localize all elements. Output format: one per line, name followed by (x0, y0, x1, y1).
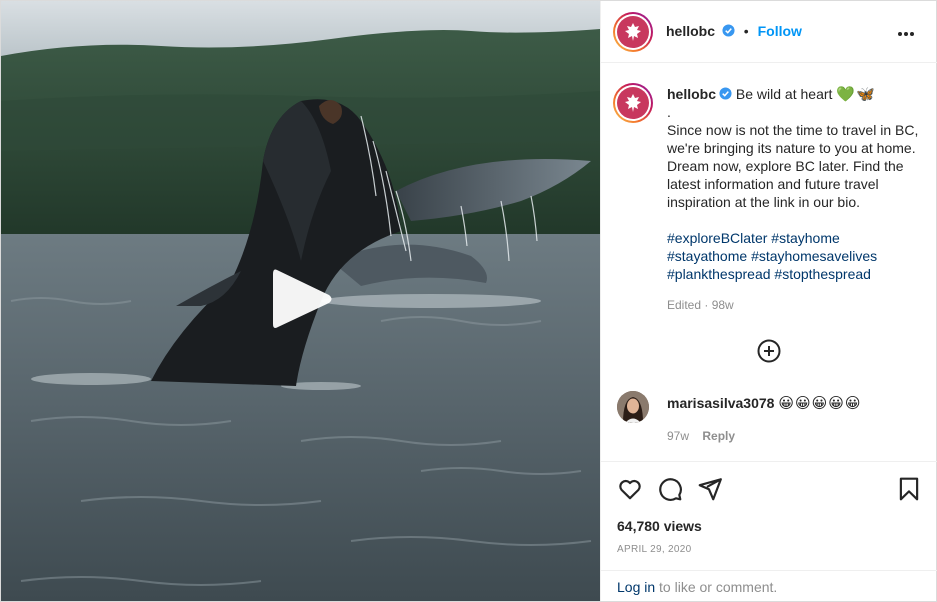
hellobc-logo-icon (625, 23, 641, 41)
follow-button[interactable]: Follow (758, 23, 802, 39)
verified-badge-icon (722, 24, 735, 37)
commenter-username[interactable]: marisasilva3078 (667, 395, 774, 411)
post-date: APRIL 29, 2020 (617, 544, 692, 555)
separator-dot: • (743, 23, 749, 39)
share-icon[interactable] (697, 476, 723, 502)
comment-text: 😀😀😀😀😀 (778, 394, 862, 412)
comment-icon[interactable] (657, 476, 683, 502)
login-link[interactable]: Log in (617, 579, 655, 595)
heart-icon[interactable] (617, 476, 643, 502)
bookmark-icon[interactable] (896, 476, 922, 502)
add-circle-icon[interactable] (757, 339, 781, 363)
caption-body: Since now is not the time to travel in B… (667, 122, 919, 210)
comment-age: 97w (667, 429, 690, 443)
login-prompt: Log in to like or comment. (601, 570, 937, 602)
hashtag-link[interactable]: #stopthespread (774, 266, 871, 282)
hashtag-link[interactable]: #stayhome (771, 230, 839, 246)
hashtag-link[interactable]: #stayhomesavelives (751, 248, 877, 264)
caption-emojis: 💚🦋 (836, 85, 876, 103)
post-side-panel: hellobc • Follow hellobc Be wild at hear… (600, 1, 937, 601)
profile-avatar[interactable] (613, 12, 653, 52)
caption-dot: . (667, 104, 671, 120)
post-header: hellobc • Follow (601, 1, 937, 63)
hashtag-link[interactable]: #stayathome (667, 248, 747, 264)
reply-button[interactable]: Reply (702, 429, 735, 443)
post-dialog: hellobc • Follow hellobc Be wild at hear… (0, 0, 937, 602)
hashtag-link[interactable]: #exploreBClater (667, 230, 767, 246)
hellobc-logo-icon (625, 94, 641, 112)
login-prompt-text: to like or comment. (655, 579, 778, 595)
view-count: 64,780 views (617, 518, 702, 534)
post-actions: 64,780 views APRIL 29, 2020 Log in to li… (601, 461, 937, 601)
caption-username[interactable]: hellobc (667, 86, 716, 102)
edited-timestamp: Edited · 98w (667, 298, 734, 312)
more-options-icon[interactable] (898, 23, 922, 41)
post-caption: hellobc Be wild at heart 💚🦋 . Since now … (667, 85, 929, 314)
caption-avatar[interactable] (613, 83, 653, 123)
play-icon[interactable] (271, 266, 335, 332)
caption-headline: Be wild at heart (735, 86, 833, 102)
commenter-avatar[interactable] (617, 391, 649, 423)
post-author-username[interactable]: hellobc (666, 23, 715, 39)
caption-hashtags: #exploreBClater #stayhome #stayathome #s… (667, 229, 929, 283)
verified-badge-icon (719, 87, 732, 100)
post-video[interactable] (1, 1, 600, 601)
hashtag-link[interactable]: #plankthespread (667, 266, 771, 282)
